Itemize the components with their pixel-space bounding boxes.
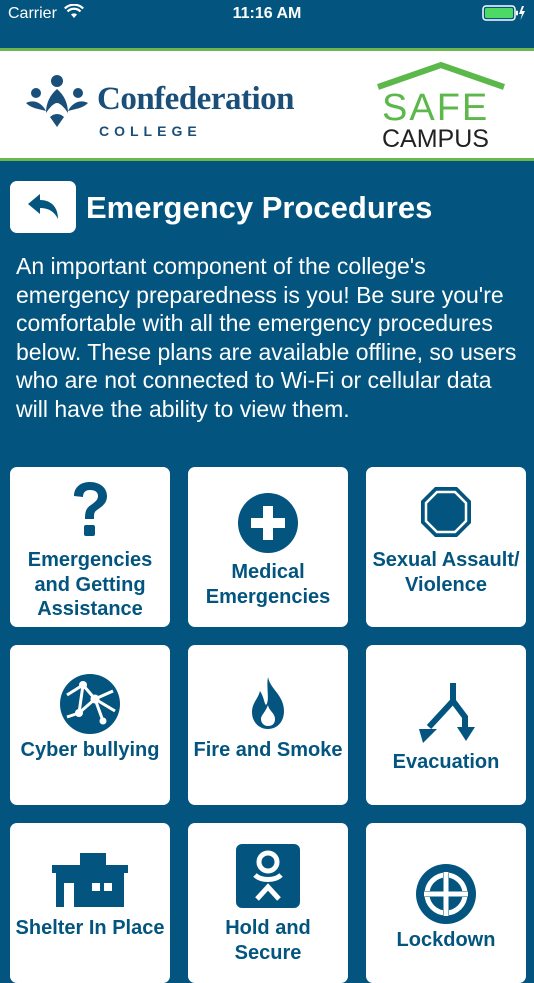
- octagon-icon: [366, 485, 526, 539]
- building-icon: [10, 851, 170, 909]
- page-title: Emergency Procedures: [86, 190, 433, 225]
- tile-label: Hold and Secure: [225, 917, 311, 964]
- campus-label: CAMPUS: [382, 125, 489, 153]
- flame-icon: [188, 675, 348, 731]
- tile-fire-smoke[interactable]: Fire and Smoke: [188, 645, 348, 805]
- app-header: Confederation COLLEGE SAFE CAMPUS: [0, 48, 534, 161]
- medical-plus-icon: [188, 492, 348, 554]
- tile-label: Cyber bullying: [20, 739, 160, 761]
- tile-label: Evacuation: [392, 751, 500, 773]
- crosshair-icon: [366, 863, 526, 925]
- figure-badge-icon: [188, 843, 348, 909]
- battery-icon: [482, 4, 526, 27]
- safe-label: SAFE: [382, 87, 490, 129]
- tile-lockdown[interactable]: Lockdown: [366, 823, 526, 983]
- globe-network-icon: [10, 673, 170, 735]
- status-bar: Carrier 11:16 AM: [0, 0, 534, 48]
- split-arrows-icon: [366, 683, 526, 747]
- tile-sexual-assault[interactable]: Sexual Assault/ Violence: [366, 467, 526, 627]
- tile-shelter[interactable]: Shelter In Place: [10, 823, 170, 983]
- tile-label: Shelter In Place: [15, 917, 165, 939]
- tile-label: Lockdown: [396, 929, 496, 951]
- college-sub: COLLEGE: [99, 123, 202, 139]
- back-button[interactable]: [10, 181, 76, 233]
- question-icon: [10, 481, 170, 539]
- tile-cyber-bullying[interactable]: Cyber bullying: [10, 645, 170, 805]
- tile-evacuation[interactable]: Evacuation: [366, 645, 526, 805]
- tile-hold-secure[interactable]: Hold and Secure: [188, 823, 348, 983]
- tile-label: Sexual Assault/ Violence: [372, 549, 520, 596]
- back-arrow-icon: [28, 194, 58, 219]
- college-name: Confederation: [97, 81, 294, 117]
- tile-label: Medical Emergencies: [205, 561, 331, 608]
- clock: 11:16 AM: [232, 5, 302, 22]
- tile-emergencies[interactable]: Emergencies and Getting Assistance: [10, 467, 170, 627]
- tile-label: Emergencies and Getting Assistance: [27, 549, 153, 620]
- tile-label: Fire and Smoke: [193, 739, 343, 761]
- confederation-logo-icon: [24, 73, 90, 134]
- tile-medical[interactable]: Medical Emergencies: [188, 467, 348, 627]
- intro-text: An important component of the college's …: [16, 253, 517, 422]
